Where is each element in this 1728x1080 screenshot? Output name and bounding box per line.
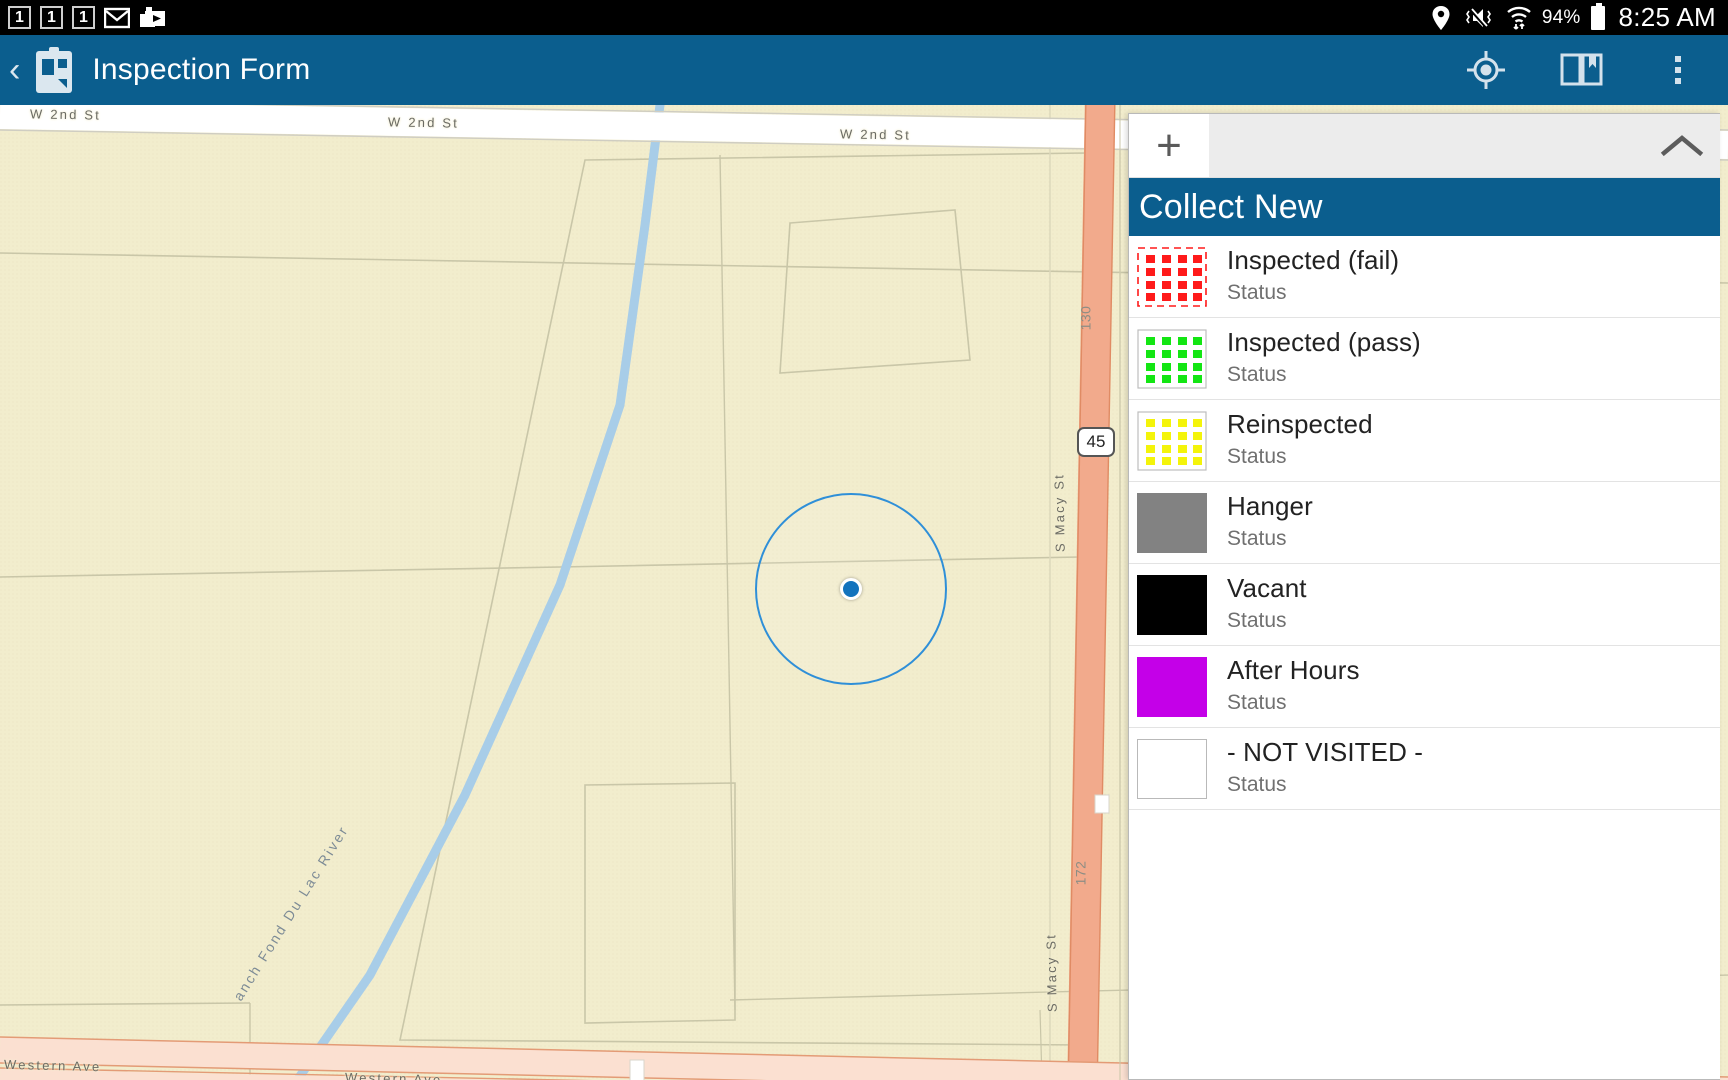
route-shield-45: 45	[1077, 427, 1115, 457]
status-swatch-reinspected	[1137, 410, 1207, 471]
page-title: Inspection Form	[92, 53, 311, 86]
list-item-subtitle: Status	[1227, 281, 1287, 305]
list-item[interactable]: Inspected (fail) Status	[1129, 236, 1720, 318]
status-bar-system-icons: 94% 8:25 AM	[1430, 2, 1728, 33]
status-swatch-inspected-fail	[1137, 246, 1207, 307]
list-item[interactable]: Inspected (pass) Status	[1129, 318, 1720, 400]
street-label: W 2nd St	[387, 114, 460, 131]
street-label-vertical: S Macy St	[1051, 472, 1068, 553]
collapse-panel-button[interactable]	[1644, 114, 1720, 177]
locate-me-icon	[1467, 51, 1505, 89]
status-swatch-not-visited	[1137, 738, 1207, 799]
list-item-title: Hanger	[1227, 491, 1313, 522]
list-item-subtitle: Status	[1227, 527, 1287, 551]
list-item-text: Inspected (pass) Status	[1227, 328, 1421, 388]
status-swatch-after-hours	[1137, 656, 1207, 717]
list-item[interactable]: - NOT VISITED - Status	[1129, 728, 1720, 810]
list-item[interactable]: Hanger Status	[1129, 482, 1720, 564]
list-item-text: Hanger Status	[1227, 492, 1313, 552]
list-item-title: After Hours	[1227, 655, 1360, 686]
house-number-label: 172	[1072, 860, 1089, 886]
basemap-bookmark-icon	[1560, 53, 1603, 86]
clipboard-form-icon	[36, 47, 73, 93]
add-feature-tab[interactable]: +	[1129, 114, 1209, 177]
list-item-text: Reinspected Status	[1227, 410, 1373, 470]
gps-location-dot	[840, 578, 862, 600]
status-bar-notifications: 1 1 1	[0, 6, 167, 30]
dotted-pattern-icon	[1137, 246, 1207, 307]
wifi-signal-icon	[1507, 6, 1531, 30]
locate-me-button[interactable]	[1464, 48, 1508, 92]
list-item-title: Inspected (pass)	[1227, 327, 1421, 358]
overflow-menu-button[interactable]	[1656, 48, 1700, 92]
back-button[interactable]: ‹	[7, 53, 22, 87]
tab-bar-spacer	[1209, 114, 1644, 177]
battery-full-icon	[1590, 2, 1605, 30]
status-bar: 1 1 1 94% 8:25 AM	[0, 0, 1728, 35]
list-item-text: Vacant Status	[1227, 574, 1307, 634]
house-number-label: 130	[1077, 305, 1094, 331]
street-label: Western Ave	[344, 1069, 443, 1080]
panel-header-title: Collect New	[1139, 187, 1323, 226]
chevron-up-icon	[1660, 134, 1704, 156]
notification-count-icon: 1	[40, 6, 63, 29]
gmail-icon	[104, 7, 130, 28]
list-item[interactable]: Vacant Status	[1129, 564, 1720, 646]
panel-tab-bar: +	[1129, 114, 1720, 178]
status-swatch-inspected-pass	[1137, 328, 1207, 389]
dotted-pattern-icon	[1137, 410, 1207, 471]
panel-header: Collect New	[1129, 178, 1720, 236]
status-swatch-vacant	[1137, 574, 1207, 635]
basemap-button[interactable]	[1560, 48, 1604, 92]
street-label: W 2nd St	[29, 106, 102, 123]
app-bar-actions	[1464, 48, 1728, 92]
location-pin-icon	[1432, 5, 1450, 30]
collect-new-list[interactable]: Inspected (fail) Status Inspected (pass)…	[1129, 236, 1720, 1079]
notification-count-icon: 1	[72, 6, 95, 29]
volume-mute-vibrate-icon	[1465, 7, 1491, 28]
list-item-subtitle: Status	[1227, 609, 1287, 633]
list-item-title: - NOT VISITED -	[1227, 737, 1424, 768]
street-label: W 2nd St	[839, 126, 912, 143]
plus-icon: +	[1156, 120, 1182, 170]
notification-count-icon: 1	[8, 6, 31, 29]
list-item-text: Inspected (fail) Status	[1227, 246, 1399, 306]
list-item-title: Inspected (fail)	[1227, 245, 1400, 276]
list-item-subtitle: Status	[1227, 445, 1287, 469]
dotted-pattern-icon	[1137, 328, 1207, 389]
list-item-subtitle: Status	[1227, 773, 1287, 797]
status-swatch-hanger	[1137, 492, 1207, 553]
list-item-subtitle: Status	[1227, 363, 1287, 387]
list-item-title: Reinspected	[1227, 409, 1373, 440]
app-screen: 1 1 1 94% 8:25 AM ‹ Inspection Form W 2n…	[0, 0, 1728, 1080]
screen-record-icon	[140, 6, 165, 27]
list-item-text: - NOT VISITED - Status	[1227, 738, 1423, 798]
list-item[interactable]: After Hours Status	[1129, 646, 1720, 728]
list-item[interactable]: Reinspected Status	[1129, 400, 1720, 482]
street-label: Western Ave	[3, 1056, 102, 1075]
app-bar: ‹ Inspection Form	[0, 35, 1728, 105]
collect-new-panel: + Collect New Inspected (fail) Status In…	[1128, 113, 1720, 1080]
overflow-menu-icon	[1675, 56, 1681, 84]
list-item-text: After Hours Status	[1227, 656, 1360, 716]
list-item-subtitle: Status	[1227, 691, 1287, 715]
list-item-title: Vacant	[1227, 573, 1307, 604]
street-label-vertical: S Macy St	[1043, 932, 1060, 1013]
app-bar-left: ‹ Inspection Form	[0, 45, 310, 95]
status-bar-clock: 8:25 AM	[1618, 2, 1716, 32]
battery-percent-label: 94%	[1541, 6, 1581, 28]
